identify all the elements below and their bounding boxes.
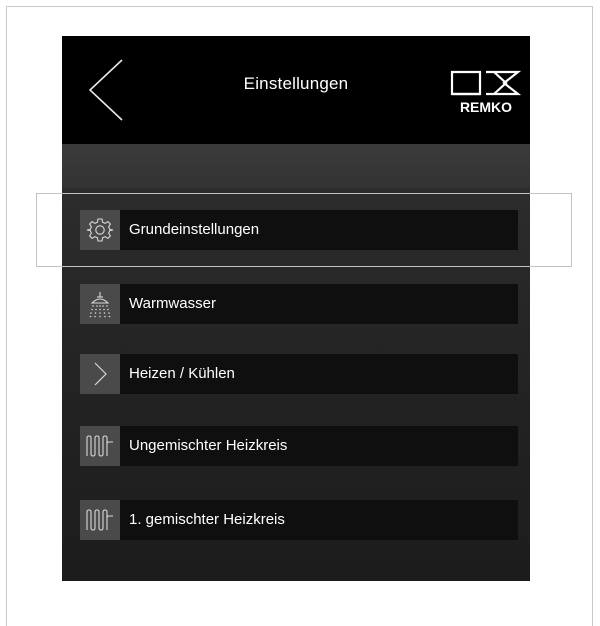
heating-circuit-icon xyxy=(86,435,113,457)
header-bar: Einstellungen REMKO xyxy=(62,36,530,144)
menu-item-label: Warmwasser xyxy=(129,295,216,312)
menu-item-ungemischter-heizkreis[interactable]: Ungemischter Heizkreis xyxy=(80,426,518,466)
shower-icon xyxy=(89,292,111,318)
menu-item-icon-box xyxy=(80,284,120,324)
menu-item-icon-box xyxy=(80,426,120,466)
menu-item-icon-box xyxy=(80,500,120,540)
menu-item-icon-box xyxy=(80,210,120,250)
menu-item-label: Grundeinstellungen xyxy=(129,221,260,238)
gear-icon xyxy=(86,218,114,242)
settings-screen: Einstellungen REMKO Grundeinstellungen W… xyxy=(62,36,530,581)
chevron-right-icon xyxy=(94,362,107,386)
logo-text: REMKO xyxy=(460,99,512,115)
heating-circuit-icon xyxy=(86,509,113,531)
sub-header-bar xyxy=(62,144,530,188)
menu-item-label: Heizen / Kühlen xyxy=(129,365,235,382)
remko-logo: REMKO xyxy=(446,62,526,118)
menu-item-icon-box xyxy=(80,354,120,394)
menu-item-label: Ungemischter Heizkreis xyxy=(129,437,288,454)
menu-item-label: 1. gemischter Heizkreis xyxy=(129,511,285,528)
menu-item-warmwasser[interactable]: Warmwasser xyxy=(80,284,518,324)
menu-item-heizen-kuehlen[interactable]: Heizen / Kühlen xyxy=(80,354,518,394)
menu-item-grundeinstellungen[interactable]: Grundeinstellungen xyxy=(80,210,518,250)
menu-item-gemischter-heizkreis-1[interactable]: 1. gemischter Heizkreis xyxy=(80,500,518,540)
